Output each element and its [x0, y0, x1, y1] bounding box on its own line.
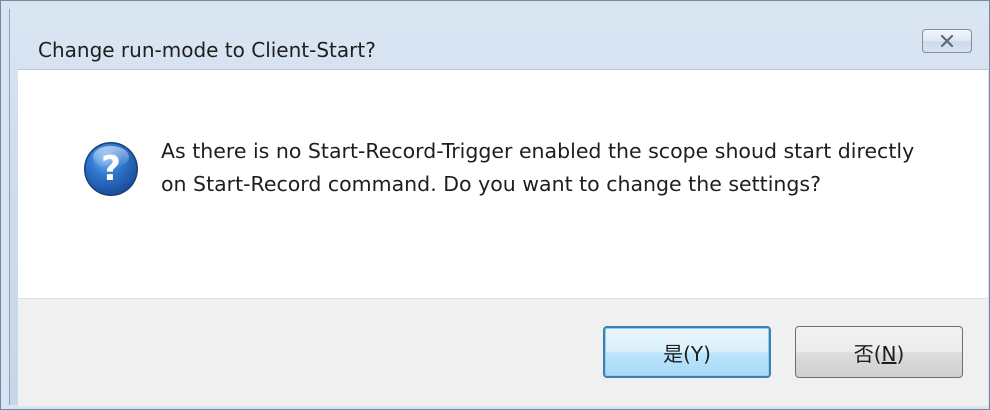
- yes-label: 是(Y): [663, 341, 711, 366]
- no-button[interactable]: 否(N): [795, 326, 963, 378]
- close-icon: [940, 35, 954, 47]
- button-bar: 是(Y) 否(N): [18, 298, 988, 406]
- yes-button[interactable]: 是(Y): [603, 326, 771, 378]
- dialog-window: Change run-mode to Client-Start? ? As th…: [0, 0, 990, 410]
- dialog-title: Change run-mode to Client-Start?: [38, 38, 376, 62]
- title-bar[interactable]: Change run-mode to Client-Start?: [10, 9, 988, 69]
- svg-text:?: ?: [101, 149, 121, 189]
- dialog-content: ? As there is no Start-Record-Trigger en…: [18, 69, 988, 298]
- question-icon: ?: [82, 140, 140, 198]
- close-button[interactable]: [922, 29, 972, 53]
- dialog-message: As there is no Start-Record-Trigger enab…: [161, 139, 915, 196]
- no-label: 否(N): [853, 341, 905, 366]
- dialog-frame: Change run-mode to Client-Start? ? As th…: [9, 9, 988, 406]
